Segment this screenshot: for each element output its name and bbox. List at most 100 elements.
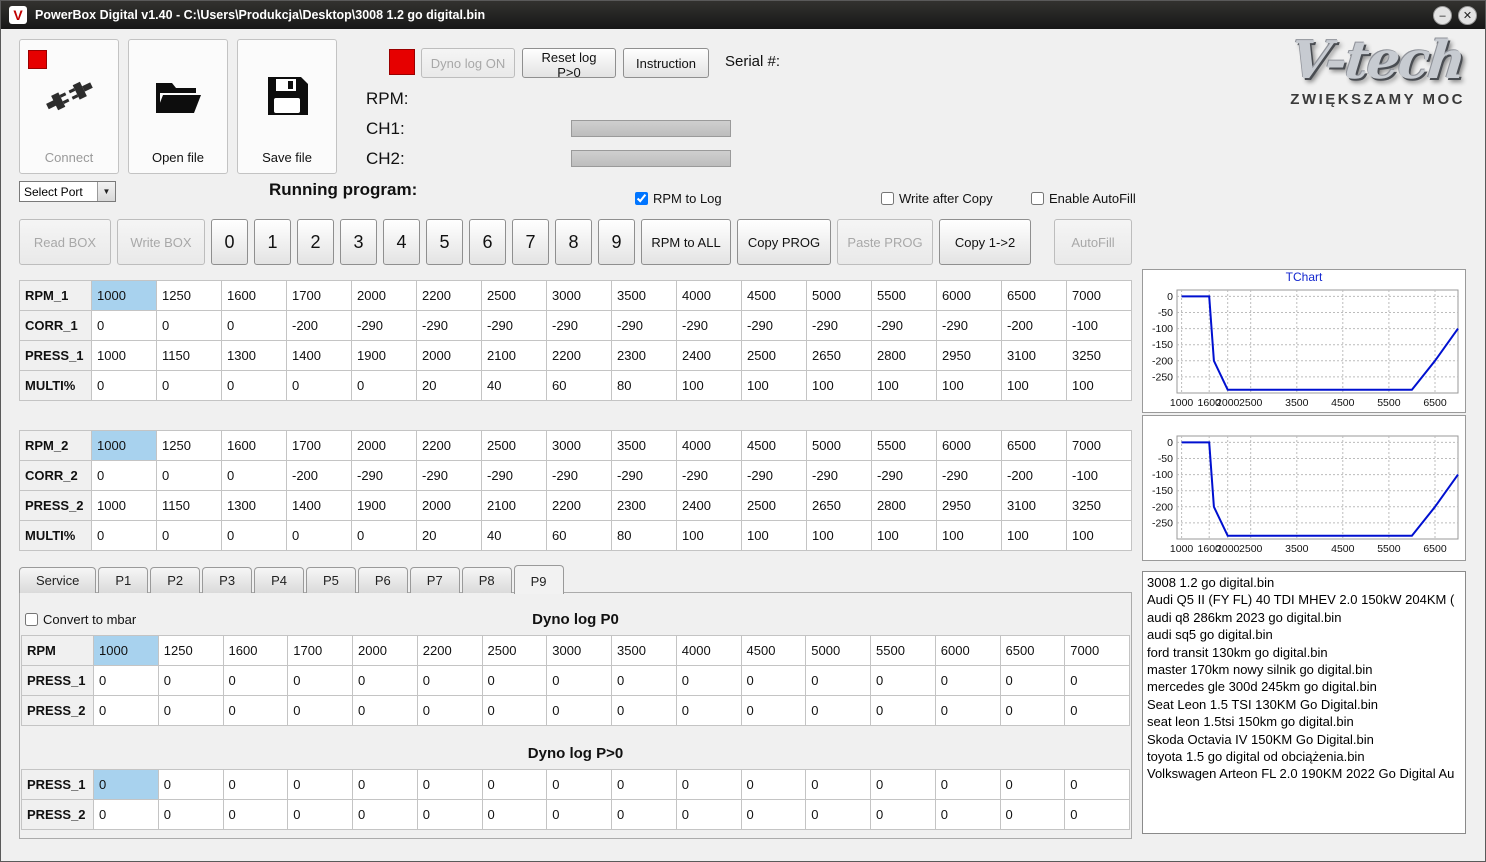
- grid-cell[interactable]: 100: [936, 370, 1002, 401]
- grid-cell[interactable]: 0: [805, 769, 871, 800]
- grid-cell[interactable]: 100: [806, 370, 872, 401]
- grid-cell[interactable]: 0: [805, 665, 871, 696]
- grid-cell[interactable]: 6000: [936, 430, 1002, 461]
- grid-cell[interactable]: 2200: [416, 280, 482, 311]
- grid-cell[interactable]: 0: [352, 695, 418, 726]
- grid-cell[interactable]: 0: [740, 695, 807, 726]
- grid-cell[interactable]: 0: [156, 370, 222, 401]
- grid-cell[interactable]: 0: [93, 695, 159, 726]
- grid-cell[interactable]: 0: [351, 520, 417, 551]
- file-list-item[interactable]: mercedes gle 300d 245km go digital.bin: [1143, 678, 1465, 695]
- grid-cell[interactable]: 2200: [546, 340, 612, 371]
- grid-cell[interactable]: 0: [221, 460, 287, 491]
- grid-cell[interactable]: 0: [740, 799, 807, 830]
- grid-cell[interactable]: 100: [741, 370, 807, 401]
- grid-cell[interactable]: 4500: [741, 430, 807, 461]
- grid-cell[interactable]: -290: [676, 310, 742, 341]
- grid-cell[interactable]: 0: [156, 520, 222, 551]
- grid-cell[interactable]: 0: [546, 665, 612, 696]
- grid-cell[interactable]: 3000: [546, 430, 612, 461]
- grid-cell[interactable]: 0: [999, 769, 1066, 800]
- grid-cell[interactable]: 1400: [286, 490, 352, 521]
- grid-cell[interactable]: 0: [157, 799, 224, 830]
- convert-to-mbar-input[interactable]: [25, 613, 38, 626]
- grid-cell[interactable]: 0: [740, 665, 807, 696]
- grid-cell[interactable]: 100: [806, 520, 872, 551]
- rpm-to-log-input[interactable]: [635, 192, 648, 205]
- grid-cell[interactable]: 0: [222, 665, 289, 696]
- grid-cell[interactable]: 0: [546, 799, 612, 830]
- file-list-item[interactable]: Volkswagen Arteon FL 2.0 190KM 2022 Go D…: [1143, 765, 1465, 782]
- grid-cell[interactable]: 3250: [1066, 340, 1132, 371]
- grid-cell[interactable]: 2200: [416, 430, 482, 461]
- instruction-button[interactable]: Instruction: [623, 48, 709, 78]
- tab-p2[interactable]: P2: [150, 567, 201, 593]
- grid-cell[interactable]: 0: [287, 769, 353, 800]
- grid-cell[interactable]: 0: [1064, 799, 1130, 830]
- grid-cell[interactable]: 0: [93, 665, 159, 696]
- grid-cell[interactable]: 0: [93, 799, 159, 830]
- connect-button[interactable]: Connect: [19, 39, 119, 174]
- grid-cell[interactable]: 2000: [416, 340, 482, 371]
- convert-to-mbar-checkbox[interactable]: Convert to mbar: [25, 612, 136, 627]
- tab-p3[interactable]: P3: [202, 567, 253, 593]
- reset-log-button[interactable]: Reset log P>0: [522, 48, 616, 80]
- grid-cell[interactable]: -290: [871, 460, 937, 491]
- grid-cell[interactable]: 4000: [676, 430, 742, 461]
- grid-cell[interactable]: 2000: [351, 430, 417, 461]
- program-button-2[interactable]: 2: [297, 219, 334, 265]
- grid-cell[interactable]: 0: [675, 665, 742, 696]
- grid-cell[interactable]: 20: [416, 520, 482, 551]
- grid-cell[interactable]: 0: [805, 799, 871, 830]
- grid-cell[interactable]: -200: [286, 310, 352, 341]
- program-button-1[interactable]: 1: [254, 219, 291, 265]
- grid-cell[interactable]: 0: [999, 799, 1066, 830]
- grid-cell[interactable]: 100: [871, 370, 937, 401]
- rpm-to-log-checkbox[interactable]: RPM to Log: [635, 191, 722, 206]
- program-button-7[interactable]: 7: [512, 219, 549, 265]
- file-list-item[interactable]: Audi Q5 II (FY FL) 40 TDI MHEV 2.0 150kW…: [1143, 591, 1465, 608]
- grid-cell[interactable]: 2400: [676, 490, 742, 521]
- grid-cell[interactable]: 6500: [999, 635, 1066, 666]
- grid-cell[interactable]: -290: [806, 460, 872, 491]
- grid-cell[interactable]: 0: [157, 665, 224, 696]
- grid-cell[interactable]: 3000: [546, 280, 612, 311]
- grid-cell[interactable]: 0: [156, 310, 222, 341]
- grid-cell[interactable]: 2000: [352, 635, 418, 666]
- program-button-4[interactable]: 4: [383, 219, 420, 265]
- grid-cell[interactable]: 2100: [481, 490, 547, 521]
- grid-cell[interactable]: 0: [157, 769, 224, 800]
- grid-cell[interactable]: 0: [352, 769, 418, 800]
- grid-cell[interactable]: 0: [1064, 769, 1130, 800]
- grid-cell[interactable]: 0: [934, 695, 1001, 726]
- grid-cell[interactable]: 2650: [806, 340, 872, 371]
- grid-cell[interactable]: 100: [741, 520, 807, 551]
- grid-cell[interactable]: 0: [934, 799, 1001, 830]
- tab-p1[interactable]: P1: [98, 567, 149, 593]
- tab-p5[interactable]: P5: [305, 567, 356, 593]
- grid-cell[interactable]: 0: [157, 695, 224, 726]
- grid-cell[interactable]: 100: [676, 370, 742, 401]
- tab-p9[interactable]: P9: [513, 565, 564, 594]
- program-button-9[interactable]: 9: [598, 219, 635, 265]
- grid-cell[interactable]: -290: [936, 310, 1002, 341]
- grid-cell[interactable]: 0: [934, 769, 1001, 800]
- grid-cell[interactable]: 2300: [611, 490, 677, 521]
- file-list-item[interactable]: 3008 1.2 go digital.bin: [1143, 574, 1465, 591]
- grid-cell[interactable]: 1400: [286, 340, 352, 371]
- grid-cell[interactable]: 0: [675, 799, 742, 830]
- grid-cell[interactable]: 1900: [351, 340, 417, 371]
- grid-cell[interactable]: 0: [222, 769, 289, 800]
- grid-cell[interactable]: 80: [611, 520, 677, 551]
- file-list-item[interactable]: master 170km nowy silnik go digital.bin: [1143, 661, 1465, 678]
- grid-cell[interactable]: 1000: [91, 280, 157, 311]
- grid-cell[interactable]: 0: [1064, 665, 1130, 696]
- grid-cell[interactable]: 0: [222, 695, 289, 726]
- grid-cell[interactable]: 2000: [351, 280, 417, 311]
- open-file-button[interactable]: Open file: [128, 39, 228, 174]
- grid-cell[interactable]: 1600: [221, 280, 287, 311]
- grid-cell[interactable]: 20: [416, 370, 482, 401]
- grid-cell[interactable]: -290: [741, 310, 807, 341]
- grid-cell[interactable]: 5000: [806, 430, 872, 461]
- grid-cell[interactable]: 1250: [157, 635, 224, 666]
